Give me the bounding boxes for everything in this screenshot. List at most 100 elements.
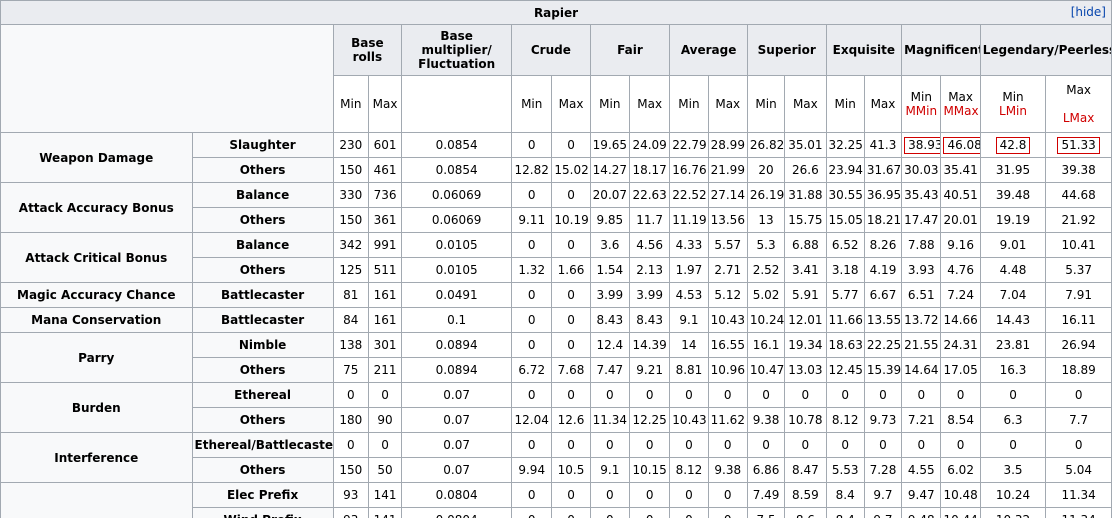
table-row: Elec Prefix 93 141 0.0804 0 0 0 0 0 0 7.49 8.59 8.4 9…	[0, 482, 1112, 518]
value-cell: 0.0804	[401, 482, 513, 508]
value-cell: 44.68	[1045, 182, 1112, 208]
value-cell: 22.63	[628, 182, 671, 208]
value-cell: 0	[669, 382, 709, 408]
value-cell: 4.53	[669, 282, 709, 308]
value-cell: 0	[511, 132, 553, 158]
value-cell: 12.04	[511, 407, 553, 433]
value-cell: 0	[551, 507, 591, 518]
value-cell: 150	[332, 207, 369, 233]
value-cell: 20.01	[940, 207, 981, 233]
value-cell: 0	[551, 432, 591, 458]
value-cell: 0	[589, 482, 630, 508]
header-tier-average: Average	[669, 24, 748, 76]
value-cell: 20.07	[589, 182, 630, 208]
value-cell: 3.6	[589, 232, 630, 258]
value-cell: 0	[863, 382, 903, 408]
value-cell: 141	[367, 482, 403, 508]
value-cell: 4.48	[979, 257, 1047, 283]
value-cell: 8.54	[940, 407, 981, 433]
header-base-multiplier: Base multiplier/ Fluctuation	[401, 24, 513, 76]
value-cell: 11.62	[707, 407, 748, 433]
stat-name-cell: Parry	[0, 332, 193, 383]
value-cell: 0.0105	[401, 257, 513, 283]
value-cell: 11.34	[1045, 507, 1112, 518]
value-cell: 11.66	[825, 307, 865, 333]
value-cell: 10.48	[940, 482, 981, 508]
value-cell: 7.49	[746, 482, 786, 508]
value-cell: 81	[332, 282, 369, 308]
value-cell: 0	[551, 132, 591, 158]
value-cell: 0	[551, 182, 591, 208]
value-cell: 31.67	[863, 157, 903, 183]
value-cell: 9.1	[589, 457, 630, 483]
value-cell: 42.8	[979, 132, 1047, 158]
value-cell: 0	[746, 382, 786, 408]
value-cell: 9.73	[863, 407, 903, 433]
value-cell: 9.1	[669, 307, 709, 333]
value-cell: 161	[367, 282, 403, 308]
value-cell: 5.12	[707, 282, 748, 308]
value-cell: 40.51	[940, 182, 981, 208]
table-row: Magic Accuracy Chance Battlecaster 81 161 0.…	[0, 282, 1112, 308]
value-cell: 51.33	[1045, 132, 1112, 158]
value-cell: 1.54	[589, 257, 630, 283]
subtype-cell: Others	[191, 457, 334, 483]
stat-name-cell: Interference	[0, 432, 193, 483]
header-leg-max: Max LMax	[1045, 75, 1112, 133]
value-cell: 0	[707, 507, 748, 518]
value-cell: 15.05	[825, 207, 865, 233]
value-cell: 30.55	[825, 182, 865, 208]
header-min: Min	[511, 75, 553, 133]
hide-link[interactable]: [hide]	[1071, 5, 1106, 19]
value-cell: 0	[589, 432, 630, 458]
value-cell: 6.72	[511, 357, 553, 383]
value-cell: 12.45	[825, 357, 865, 383]
header-tier-superior: Superior	[746, 24, 827, 76]
value-cell: 13.56	[707, 207, 748, 233]
value-cell: 5.77	[825, 282, 865, 308]
value-cell: 8.12	[669, 457, 709, 483]
value-cell: 991	[367, 232, 403, 258]
header-tier-crude: Crude	[511, 24, 591, 76]
value-cell: 5.04	[1045, 457, 1112, 483]
value-cell: 4.33	[669, 232, 709, 258]
value-cell: 0	[332, 382, 369, 408]
value-cell: 12.4	[589, 332, 630, 358]
value-cell: 461	[367, 157, 403, 183]
value-cell: 0	[901, 432, 942, 458]
value-cell: 21.99	[707, 157, 748, 183]
value-cell: 0	[784, 432, 827, 458]
value-cell: 12.25	[628, 407, 671, 433]
value-cell: 11.34	[589, 407, 630, 433]
value-cell: 18.63	[825, 332, 865, 358]
value-cell: 301	[367, 332, 403, 358]
value-cell: 0.0804	[401, 507, 513, 518]
value-cell: 0	[1045, 432, 1112, 458]
table-row: Mana Conservation Battlecaster 84 161 0.1 0 0 8…	[0, 307, 1112, 333]
highlighted-value: 46.08	[943, 136, 980, 154]
header-tier-exquisite: Exquisite	[825, 24, 903, 76]
value-cell: 5.57	[707, 232, 748, 258]
value-cell: 14.66	[940, 307, 981, 333]
value-cell: 22.79	[669, 132, 709, 158]
value-cell: 9.21	[628, 357, 671, 383]
value-cell: 3.5	[979, 457, 1047, 483]
header-max: Max	[707, 75, 748, 133]
value-cell: 8.12	[825, 407, 865, 433]
value-cell: 0	[1045, 382, 1112, 408]
value-cell: 138	[332, 332, 369, 358]
header-max: Max	[628, 75, 671, 133]
value-cell: 9.85	[589, 207, 630, 233]
highlighted-value: 38.93	[904, 136, 940, 154]
value-cell: 7.24	[940, 282, 981, 308]
value-cell: 0	[669, 432, 709, 458]
header-min: Min	[825, 75, 865, 133]
value-cell: 11.19	[669, 207, 709, 233]
table-row: Parry Nimble 138 301 0.0894 0 0 12.4 14.39 14 16.5…	[0, 332, 1112, 383]
value-cell: 26.6	[784, 157, 827, 183]
value-cell: 17.47	[901, 207, 942, 233]
value-cell: 0	[628, 482, 671, 508]
value-cell: 7.88	[901, 232, 942, 258]
value-cell: 10.44	[940, 507, 981, 518]
mmin-label: MMin	[905, 104, 938, 118]
